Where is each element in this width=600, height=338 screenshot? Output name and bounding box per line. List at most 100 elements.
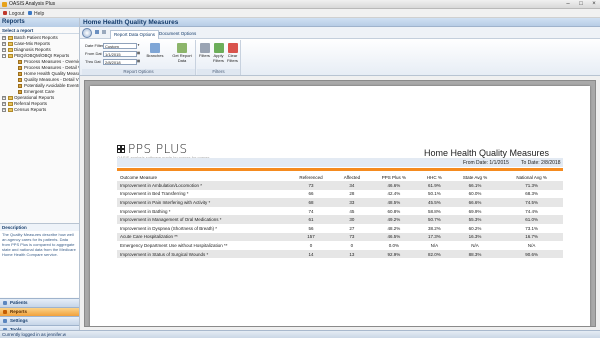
chevron-down-icon[interactable]: ▾: [136, 43, 141, 48]
orange-divider: [117, 168, 563, 171]
value-cell: 68: [287, 198, 335, 207]
nav-patients[interactable]: Patients: [0, 298, 79, 307]
settings-icon: [3, 319, 7, 323]
report-tree: + Batch Patient Reports + Case-Mix Reports +…: [0, 34, 79, 232]
patients-icon: [3, 301, 7, 305]
branches-label: Branches: [146, 53, 164, 58]
expander-icon[interactable]: +: [2, 42, 6, 46]
value-cell: 73: [334, 232, 369, 242]
value-cell: 66.6%: [449, 198, 501, 207]
filters-group: Filters Apply Filters Clear Filters Filt…: [197, 40, 241, 75]
get-report-data-button[interactable]: Get Report Data: [170, 43, 194, 63]
value-cell: 92.9%: [368, 249, 419, 259]
nav-reports[interactable]: Reports: [0, 307, 79, 316]
expander-icon[interactable]: +: [2, 102, 6, 106]
folder-icon: [8, 108, 13, 112]
plus-logo-icon: [117, 145, 125, 153]
expander-icon[interactable]: +: [2, 96, 6, 100]
value-cell: N/A: [430, 242, 439, 248]
table-row: Improvement in Bathing * 74 45 60.8% 58.8% 69…: [117, 207, 563, 216]
from-date-label: From Dat: [85, 51, 102, 56]
table-row: Improvement in Management of Oral Medica…: [117, 215, 563, 224]
measures-table: Outcome Measure Referenced Affected PPS Plu…: [117, 173, 563, 259]
thru-date-row: Thru Dat 2/8/2018 ▦: [85, 59, 141, 65]
menu-help[interactable]: Help: [34, 11, 44, 17]
value-cell: 28: [349, 191, 355, 197]
column-header: Referenced: [287, 173, 335, 181]
expander-icon[interactable]: +: [2, 36, 6, 40]
branches-button[interactable]: Branches: [144, 43, 166, 59]
report-options-group: Date Filter Custom ▾ From Dat 1/1/2015 ▦…: [82, 40, 196, 75]
tree-item[interactable]: + Census Reports: [0, 107, 79, 113]
report-icon: [18, 59, 22, 64]
measure-name-cell: Improvement in Management of Oral Medica…: [117, 215, 287, 224]
expander-icon[interactable]: +: [2, 48, 6, 52]
description-panel: Description The Quality Measures describ…: [0, 223, 79, 297]
nav-settings[interactable]: Settings: [0, 316, 79, 325]
filters-button[interactable]: Filters: [198, 43, 211, 59]
value-cell: 74.5%: [500, 198, 563, 207]
value-cell: 58.8%: [427, 208, 441, 214]
table-header-row: Outcome Measure Referenced Affected PPS Plu…: [117, 173, 563, 181]
folder-icon: [8, 48, 13, 52]
folder-icon: [8, 102, 13, 106]
value-cell: 56: [308, 225, 314, 231]
measure-name-cell: Improvement in Bathing *: [120, 208, 171, 214]
thru-date-input[interactable]: 2/8/2018: [103, 59, 137, 65]
value-cell: 45.5%: [418, 198, 450, 207]
dropdown-icon[interactable]: [102, 30, 106, 34]
table-row: Improvement in Ambulation/Locomotion * 73…: [117, 181, 563, 190]
value-cell: 17.3%: [418, 232, 450, 242]
value-cell: 68.3%: [525, 191, 538, 197]
table-row: Improvement in Status of Surgical Wounds…: [117, 249, 563, 259]
title-bar: OASIS Analysis Plus – □ ×: [0, 0, 600, 9]
value-cell: 88.3%: [449, 249, 501, 259]
value-cell: 55.3%: [449, 215, 501, 224]
calendar-icon[interactable]: ▦: [136, 59, 141, 64]
branches-icon: [150, 43, 160, 53]
value-cell: 90.6%: [500, 249, 563, 259]
calendar-icon[interactable]: ▦: [136, 51, 141, 56]
report-icon: [18, 83, 22, 88]
maximize-button[interactable]: □: [575, 0, 587, 8]
report-viewer[interactable]: PPS PLUS OASIS analysis software made by…: [84, 80, 596, 327]
menu-logout[interactable]: Logout: [9, 11, 24, 17]
apply-filters-button[interactable]: Apply Filters: [212, 43, 225, 63]
ribbon-tabs: Report Data Options Document Options: [80, 27, 600, 39]
main-area: Home Health Quality Measures Report Data…: [80, 18, 600, 330]
apply-label-2: Filters: [213, 57, 224, 63]
date-filter-row: Date Filter Custom ▾: [85, 43, 141, 49]
value-cell: 61.9%: [418, 181, 450, 190]
nav-label: Reports: [10, 309, 28, 314]
sidebar-title: Reports: [0, 18, 79, 27]
table-row: Acute Care Hospitalization ** 157 73 46.5% 1…: [117, 232, 563, 242]
value-cell: 16.7%: [500, 232, 563, 242]
print-icon[interactable]: [95, 30, 99, 34]
menu-bar: Logout Help: [0, 9, 600, 18]
expander-icon[interactable]: +: [2, 108, 6, 112]
date-filter-select[interactable]: Custom: [103, 43, 137, 49]
description-title: Description: [0, 224, 79, 231]
value-cell: 13: [334, 249, 369, 259]
date-filter-label: Date Filter: [85, 43, 104, 48]
expander-icon[interactable]: −: [2, 54, 6, 58]
nav-label: Patients: [10, 300, 28, 305]
value-cell: 0: [350, 242, 354, 248]
minimize-button[interactable]: –: [562, 0, 574, 8]
tab-report-data-options[interactable]: Report Data Options: [110, 30, 160, 39]
tab-document-options[interactable]: Document Options: [156, 30, 199, 39]
folder-icon: [8, 42, 13, 46]
value-cell: N/A: [527, 242, 536, 248]
close-button[interactable]: ×: [588, 0, 600, 8]
report-icon: [18, 77, 22, 82]
clear-filters-button[interactable]: Clear Filters: [226, 43, 239, 63]
from-date-input[interactable]: 1/1/2015: [103, 51, 137, 57]
value-cell: 16.3%: [449, 232, 501, 242]
table-row: Improvement in Bed Transferring * 66 28 42.…: [117, 190, 563, 199]
value-cell: 34: [334, 181, 369, 190]
column-header: HHC %: [418, 173, 450, 181]
app-menu-button[interactable]: [82, 28, 92, 38]
value-cell: 48.2%: [387, 225, 401, 231]
to-date: To Date: 2/8/2018: [521, 160, 561, 166]
value-cell: 45: [349, 208, 355, 214]
